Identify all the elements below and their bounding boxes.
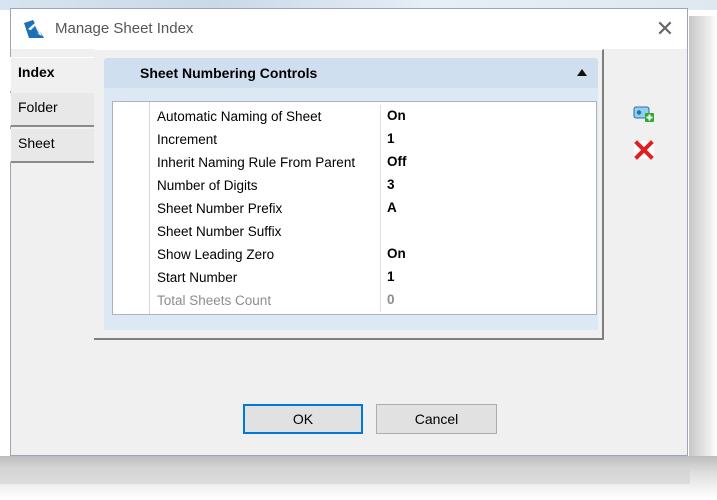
tab-folder[interactable]: Folder <box>10 93 94 127</box>
property-value[interactable]: 1 <box>380 266 594 289</box>
property-value[interactable]: On <box>380 105 594 128</box>
property-row[interactable]: Inherit Naming Rule From Parent Off <box>148 151 596 174</box>
property-row: Total Sheets Count 0 <box>148 289 596 312</box>
property-row[interactable]: Start Number 1 <box>148 266 596 289</box>
group-title: Sheet Numbering Controls <box>140 65 318 81</box>
property-row[interactable]: Number of Digits 3 <box>148 174 596 197</box>
property-name: Number of Digits <box>157 178 258 193</box>
cancel-button[interactable]: Cancel <box>376 404 497 434</box>
close-icon[interactable]: ✕ <box>651 15 679 43</box>
add-icon[interactable] <box>633 104 655 124</box>
ok-button[interactable]: OK <box>243 404 363 434</box>
tab-sheet[interactable]: Sheet <box>10 129 94 163</box>
property-name: Sheet Number Prefix <box>157 201 283 216</box>
property-name: Start Number <box>157 270 238 285</box>
property-name: Total Sheets Count <box>157 293 272 308</box>
property-name: Inherit Naming Rule From Parent <box>157 155 356 170</box>
property-value[interactable] <box>380 220 594 243</box>
property-row[interactable]: Increment 1 <box>148 128 596 151</box>
app-logo-icon <box>24 20 44 38</box>
property-row[interactable]: Sheet Number Prefix A <box>148 197 596 220</box>
tab-index[interactable]: Index <box>10 57 94 91</box>
property-name: Sheet Number Suffix <box>157 224 282 239</box>
chevron-up-icon[interactable] <box>576 67 588 77</box>
property-row[interactable]: Automatic Naming of Sheet On <box>148 105 596 128</box>
group-header[interactable]: Sheet Numbering Controls <box>104 58 598 88</box>
title-bar[interactable]: Manage Sheet Index ✕ <box>11 9 687 49</box>
property-value[interactable]: A <box>380 197 594 220</box>
property-row[interactable]: Sheet Number Suffix <box>148 220 596 243</box>
grid-gutter <box>113 102 150 314</box>
property-name: Show Leading Zero <box>157 247 275 262</box>
delete-icon[interactable] <box>633 140 655 160</box>
property-value[interactable]: 3 <box>380 174 594 197</box>
property-value[interactable]: 1 <box>380 128 594 151</box>
property-value: 0 <box>380 289 594 312</box>
property-name: Automatic Naming of Sheet <box>157 109 322 124</box>
property-name: Increment <box>157 132 218 147</box>
window-title: Manage Sheet Index <box>55 20 194 37</box>
property-value[interactable]: On <box>380 243 594 266</box>
property-row[interactable]: Show Leading Zero On <box>148 243 596 266</box>
property-value[interactable]: Off <box>380 151 594 174</box>
dialog-shadow <box>689 16 717 466</box>
dialog-shadow-band <box>0 470 690 484</box>
